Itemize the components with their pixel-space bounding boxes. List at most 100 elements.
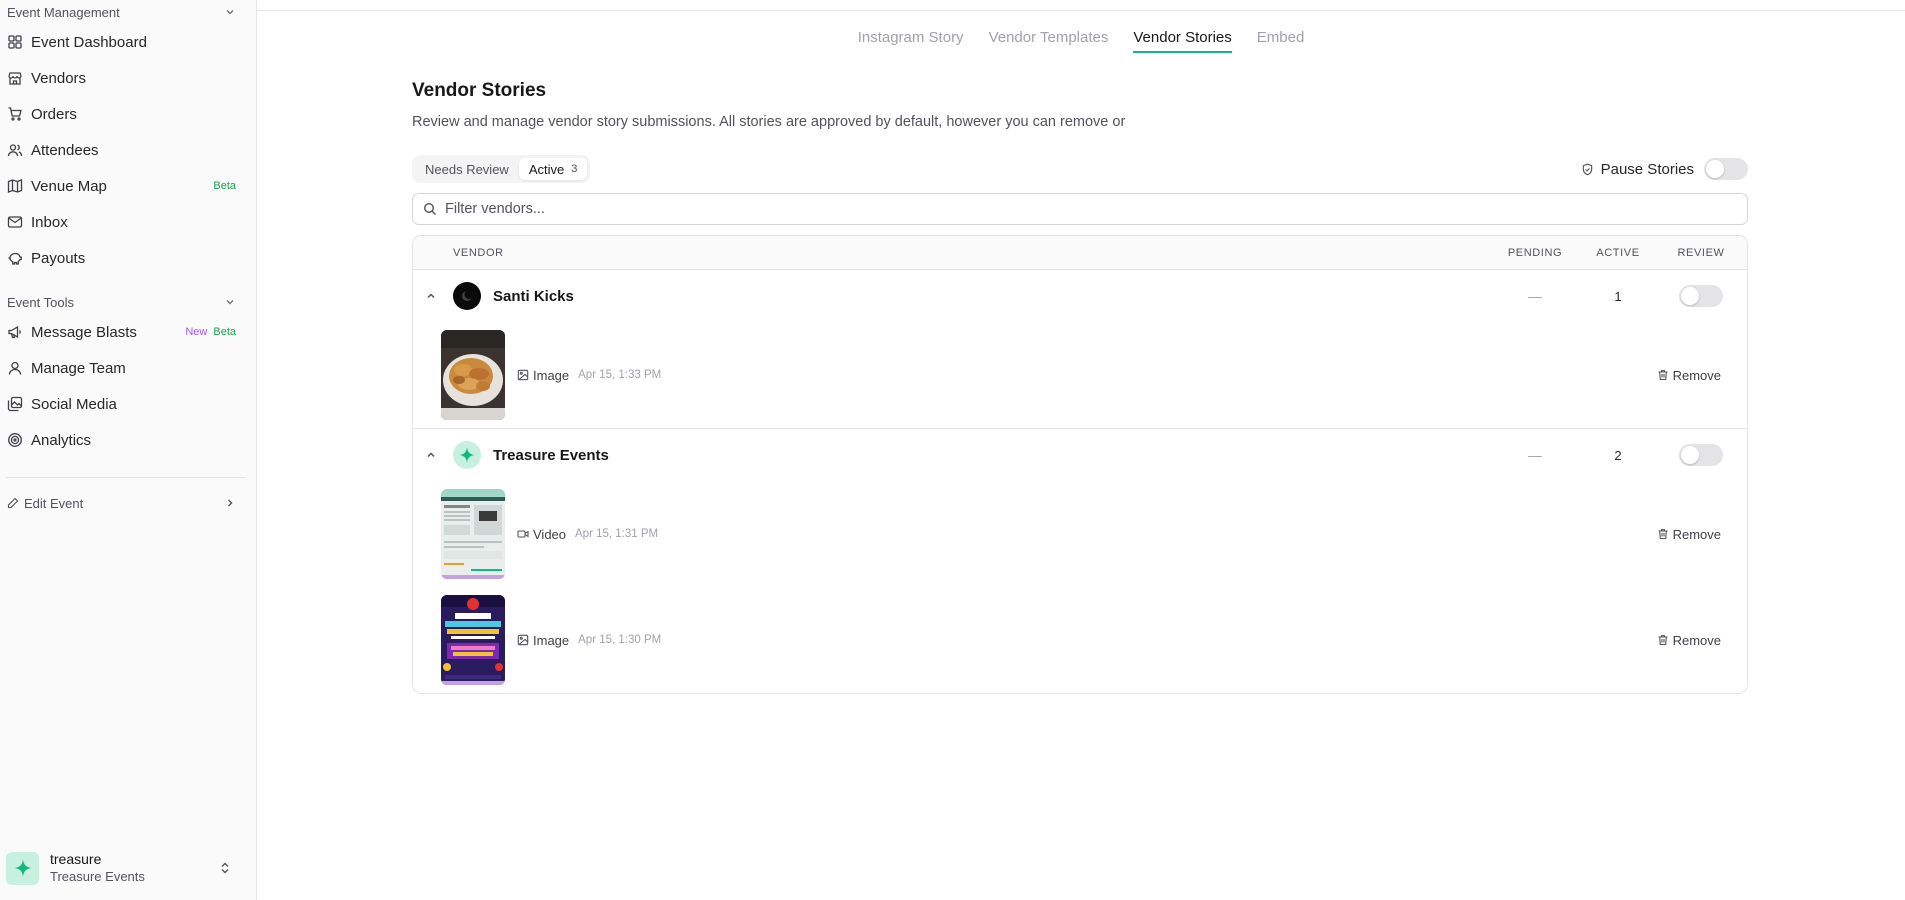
- chevron-up-icon[interactable]: [425, 290, 437, 302]
- user-icon: [8, 361, 22, 375]
- images-icon: [7, 396, 23, 412]
- sidebar-item-label: Payouts: [31, 249, 86, 267]
- column-header-review: REVIEW: [1677, 246, 1725, 259]
- user-org: Treasure Events: [50, 869, 145, 884]
- needs-review-label: Needs Review: [425, 161, 509, 177]
- mail-icon: [7, 216, 23, 228]
- sidebar-item-manage-team[interactable]: Manage Team: [0, 350, 256, 386]
- chevron-down-icon: [226, 10, 234, 15]
- tab-vendor-templates[interactable]: Vendor Templates: [989, 29, 1109, 53]
- vendor-name: Santi Kicks: [493, 287, 574, 305]
- story-row: Image Apr 15, 1:33 PM Remove: [413, 322, 1747, 428]
- cart-icon: [8, 107, 22, 121]
- sidebar-item-message-blasts[interactable]: Message Blasts New Beta: [0, 314, 256, 350]
- active-count: 2: [1614, 447, 1622, 463]
- sidebar-item-vendors[interactable]: Vendors: [0, 60, 256, 96]
- tab-instagram-story[interactable]: Instagram Story: [858, 29, 964, 53]
- shield-icon: [1582, 163, 1592, 175]
- trash-icon: [1658, 635, 1668, 646]
- megaphone-icon: [8, 325, 21, 339]
- user-info: treasure Treasure Events: [50, 851, 218, 885]
- remove-label: Remove: [1672, 632, 1721, 648]
- image-icon: [517, 369, 529, 381]
- chevron-right-icon: [228, 499, 233, 507]
- remove-button[interactable]: Remove: [1657, 368, 1721, 383]
- story-thumbnail[interactable]: [441, 330, 505, 420]
- chevron-up-icon[interactable]: [425, 449, 437, 461]
- tab-embed[interactable]: Embed: [1257, 29, 1305, 53]
- remove-button[interactable]: Remove: [1657, 633, 1721, 648]
- moon-logo-icon: [462, 290, 474, 301]
- story-thumbnail[interactable]: [441, 595, 505, 685]
- controls-row: Needs Review Active 3 Pause Stories: [412, 155, 1748, 183]
- story-date: Apr 15, 1:33 PM: [578, 369, 662, 381]
- story-meta: Image Apr 15, 1:30 PM: [517, 633, 661, 648]
- pause-stories-toggle[interactable]: [1704, 158, 1748, 180]
- user-switcher[interactable]: treasure Treasure Events: [6, 846, 232, 890]
- search-icon: [423, 202, 436, 215]
- users-icon: [7, 144, 23, 157]
- review-toggle[interactable]: [1679, 444, 1723, 466]
- section-event-management[interactable]: Event Management: [0, 0, 256, 24]
- sparkle-icon: [14, 859, 31, 877]
- review-toggle[interactable]: [1679, 285, 1723, 307]
- search-box: [412, 193, 1748, 225]
- sidebar-item-label: Social Media: [31, 395, 117, 413]
- tab-vendor-stories[interactable]: Vendor Stories: [1133, 29, 1232, 53]
- story-date: Apr 15, 1:31 PM: [575, 528, 659, 540]
- pending-count: —: [1528, 288, 1542, 304]
- sidebar-item-inbox[interactable]: Inbox: [0, 204, 256, 240]
- beta-badge: Beta: [213, 180, 236, 192]
- sidebar-item-edit-event[interactable]: Edit Event: [0, 489, 256, 517]
- sidebar-item-attendees[interactable]: Attendees: [0, 132, 256, 168]
- remove-button[interactable]: Remove: [1657, 527, 1721, 542]
- vendor-row[interactable]: Treasure Events — 2: [413, 429, 1747, 481]
- beta-badge: Beta: [213, 326, 236, 338]
- filter-tabs: Needs Review Active 3: [412, 155, 591, 183]
- sidebar-divider: [6, 477, 246, 478]
- page-title: Vendor Stories: [412, 80, 547, 101]
- trash-icon: [1658, 529, 1668, 540]
- sidebar-item-event-dashboard[interactable]: Event Dashboard: [0, 24, 256, 60]
- video-icon: [517, 530, 529, 538]
- vendor-row[interactable]: Santi Kicks — 1: [413, 270, 1747, 322]
- sidebar-item-orders[interactable]: Orders: [0, 96, 256, 132]
- sparkle-icon: [459, 447, 475, 463]
- story-meta: Image Apr 15, 1:33 PM: [517, 368, 661, 383]
- target-icon: [8, 433, 22, 447]
- map-icon: [7, 179, 23, 193]
- sidebar-item-payouts[interactable]: Payouts: [0, 240, 256, 276]
- main-content: Instagram Story Vendor Templates Vendor …: [256, 0, 1905, 900]
- food-photo-image: [441, 330, 505, 420]
- chevrons-up-down-icon: [221, 862, 229, 874]
- sidebar-item-social-media[interactable]: Social Media: [0, 386, 256, 422]
- edit-event-label: Edit Event: [24, 495, 84, 511]
- vendor-name: Treasure Events: [493, 446, 609, 464]
- sidebar-item-venue-map[interactable]: Venue Map Beta: [0, 168, 256, 204]
- vendor-logo: [453, 441, 481, 469]
- image-icon: [517, 634, 529, 646]
- needs-review-tab[interactable]: Needs Review: [415, 158, 519, 180]
- story-meta: Video Apr 15, 1:31 PM: [517, 527, 658, 542]
- story-thumbnail[interactable]: [441, 489, 505, 579]
- search-input[interactable]: [445, 201, 1737, 217]
- story-type: Video: [533, 526, 567, 542]
- remove-label: Remove: [1672, 367, 1721, 383]
- tab-bar: Instagram Story Vendor Templates Vendor …: [257, 29, 1905, 53]
- active-tab[interactable]: Active 3: [518, 158, 588, 180]
- active-count: 1: [1614, 288, 1622, 304]
- story-row: Video Apr 15, 1:31 PM Remove: [413, 481, 1747, 587]
- pencil-icon: [7, 497, 19, 509]
- sidebar-item-analytics[interactable]: Analytics: [0, 422, 256, 458]
- screenshot-video-image: [441, 489, 505, 579]
- sidebar-item-label: Orders: [31, 105, 77, 123]
- flyer-image: [441, 595, 505, 685]
- pending-count: —: [1528, 447, 1542, 463]
- section-event-tools[interactable]: Event Tools: [0, 290, 256, 314]
- story-row: Image Apr 15, 1:30 PM Remove: [413, 587, 1747, 693]
- vendor-group: Treasure Events — 2 Video Apr 15, 1:31 P…: [413, 429, 1747, 693]
- section-event-management-label: Event Management: [7, 4, 120, 20]
- piggy-bank-icon: [8, 252, 22, 265]
- remove-label: Remove: [1672, 526, 1721, 542]
- chevron-down-icon: [226, 300, 234, 305]
